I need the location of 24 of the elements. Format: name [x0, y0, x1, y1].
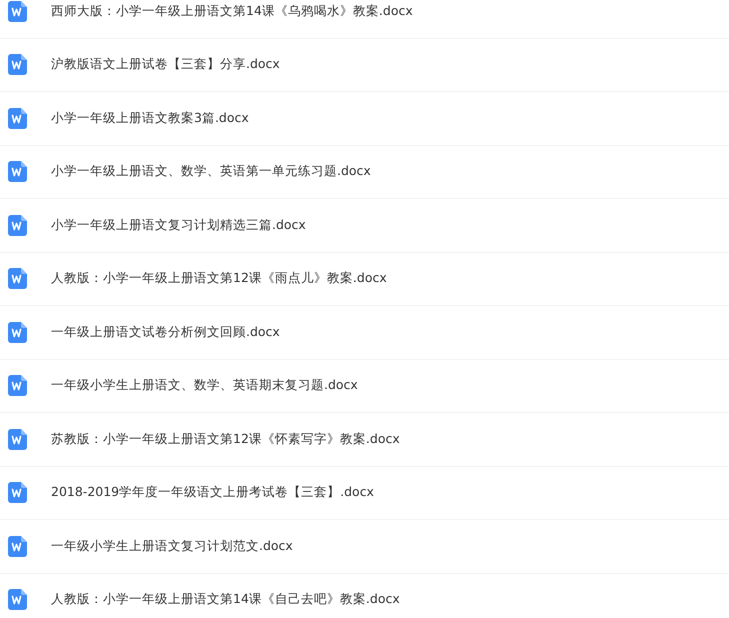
- file-link[interactable]: 小学一年级上册语文复习计划精选三篇.docx: [51, 216, 306, 234]
- file-link[interactable]: 一年级小学生上册语文、数学、英语期末复习题.docx: [51, 377, 358, 394]
- file-link[interactable]: 2018-2019学年度一年级语文上册考试卷【三套】.docx: [51, 484, 374, 502]
- word-document-icon: [8, 428, 27, 450]
- file-link[interactable]: 苏教版：小学一年级上册语文第12课《怀素写字》教案.docx: [51, 430, 400, 448]
- word-document-icon: [8, 322, 27, 343]
- word-document-icon: [8, 54, 27, 76]
- file-link[interactable]: 沪教版语文上册试卷【三套】分享.docx: [51, 56, 280, 74]
- word-document-icon: [8, 161, 27, 182]
- word-document-icon: [8, 482, 27, 504]
- word-document-icon: [8, 589, 27, 610]
- file-link[interactable]: 一年级小学生上册语文复习计划范文.docx: [51, 538, 293, 555]
- word-document-icon: [8, 268, 27, 290]
- word-document-icon: [8, 375, 27, 396]
- file-link[interactable]: 小学一年级上册语文教案3篇.docx: [51, 110, 249, 127]
- word-document-icon: [8, 0, 27, 22]
- file-link[interactable]: 人教版：小学一年级上册语文第12课《雨点儿》教案.docx: [51, 270, 387, 288]
- word-document-icon: [8, 536, 27, 557]
- file-link[interactable]: 人教版：小学一年级上册语文第14课《自己去吧》教案.docx: [51, 591, 400, 608]
- file-link[interactable]: 小学一年级上册语文、数学、英语第一单元练习题.docx: [51, 163, 371, 180]
- file-link[interactable]: 西师大版：小学一年级上册语文第14课《乌鸦喝水》教案.docx: [51, 2, 413, 20]
- word-document-icon: [8, 108, 27, 129]
- word-document-icon: [8, 214, 27, 236]
- file-link[interactable]: 一年级上册语文试卷分析例文回顾.docx: [51, 324, 280, 341]
